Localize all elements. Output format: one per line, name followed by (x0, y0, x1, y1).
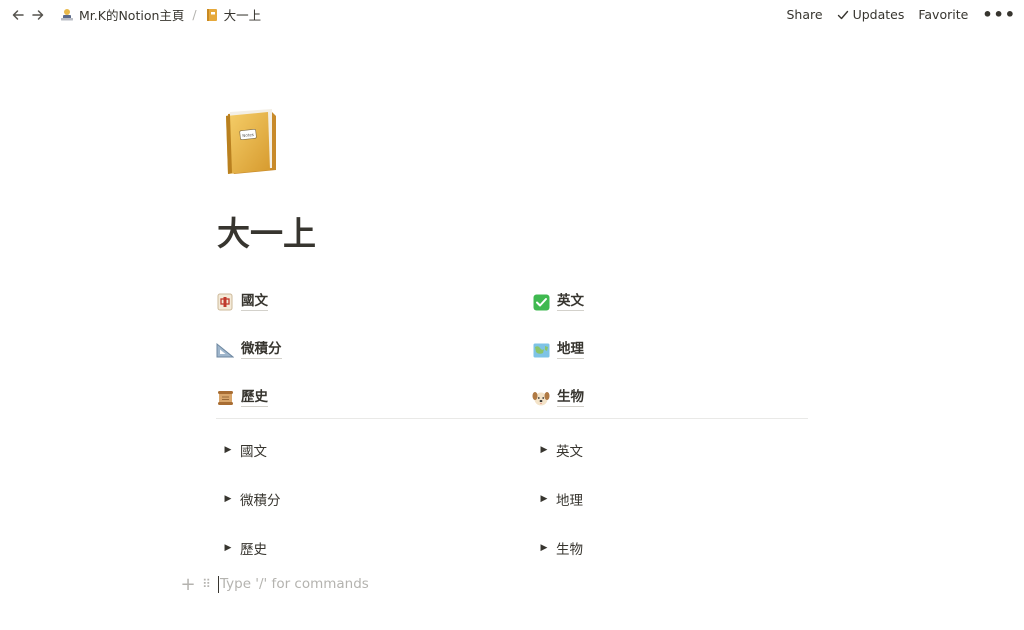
world-map-icon (532, 341, 550, 359)
command-placeholder[interactable]: Type '/' for commands (220, 576, 369, 592)
toggle-block[interactable]: ▶ 英文 (532, 425, 808, 474)
toggle-triangle-icon[interactable]: ▶ (216, 494, 240, 504)
check-icon (837, 10, 848, 19)
breadcrumb-item-home[interactable]: Mr.K的Notion主頁 (56, 3, 188, 26)
text-cursor (218, 575, 219, 593)
page-link-biology[interactable]: 生物 (532, 374, 808, 422)
drag-handle-icon[interactable]: ⠿ (198, 577, 214, 591)
toggle-label[interactable]: 地理 (556, 489, 583, 509)
page-link-label: 生物 (557, 389, 584, 407)
page-link-label: 歷史 (241, 389, 268, 407)
share-button[interactable]: Share (786, 7, 822, 22)
back-arrow-icon[interactable] (8, 5, 28, 25)
toggle-triangle-icon[interactable]: ▶ (532, 494, 556, 504)
page-link-label: 微積分 (241, 341, 282, 359)
person-laptop-icon (61, 8, 73, 20)
page-link-label: 地理 (557, 341, 584, 359)
top-actions: Share Updates Favorite ••• (786, 6, 1016, 23)
breadcrumb: Mr.K的Notion主頁 / 大一上 (56, 3, 265, 26)
scroll-icon (216, 389, 234, 407)
breadcrumb-separator: / (192, 7, 197, 22)
toggle-label[interactable]: 生物 (556, 538, 583, 558)
empty-block[interactable]: + ⠿ Type '/' for commands (180, 574, 369, 595)
add-block-icon[interactable]: + (180, 574, 196, 595)
toggle-block[interactable]: ▶ 歷史 (216, 523, 532, 572)
breadcrumb-label: Mr.K的Notion主頁 (79, 8, 185, 23)
favorite-button[interactable]: Favorite (918, 7, 968, 22)
top-bar: Mr.K的Notion主頁 / 大一上 Share Updates Favori… (0, 0, 1024, 29)
dog-face-icon (532, 389, 550, 407)
toggle-triangle-icon[interactable]: ▶ (216, 445, 240, 455)
forward-arrow-icon[interactable] (28, 5, 48, 25)
breadcrumb-label: 大一上 (223, 8, 262, 23)
toggle-block[interactable]: ▶ 國文 (216, 425, 532, 474)
breadcrumb-item-current[interactable]: 大一上 (201, 3, 266, 26)
page-title[interactable]: 大一上 (217, 207, 316, 255)
mahjong-tile-icon (216, 293, 234, 311)
toggle-label[interactable]: 國文 (240, 440, 267, 460)
toggle-grid: ▶ 國文 ▶ 英文 ▶ 微積分 ▶ 地理 ▶ 歷史 ▶ 生物 (216, 425, 808, 572)
page-link-history[interactable]: 歷史 (216, 374, 532, 422)
toggle-triangle-icon[interactable]: ▶ (532, 543, 556, 553)
page-link-label: 國文 (241, 293, 268, 311)
divider (216, 418, 808, 419)
toggle-triangle-icon[interactable]: ▶ (532, 445, 556, 455)
toggle-label[interactable]: 歷史 (240, 538, 267, 558)
updates-label: Updates (852, 7, 905, 22)
more-options-button[interactable]: ••• (982, 6, 1016, 23)
notebook-icon[interactable]: Notes (220, 108, 280, 176)
toggle-label[interactable]: 英文 (556, 440, 583, 460)
page-link-geography[interactable]: 地理 (532, 326, 808, 374)
page-link-english[interactable]: 英文 (532, 278, 808, 326)
toggle-triangle-icon[interactable]: ▶ (216, 543, 240, 553)
toggle-block[interactable]: ▶ 生物 (532, 523, 808, 572)
triangular-ruler-icon (216, 341, 234, 359)
page-link-chinese[interactable]: 國文 (216, 278, 532, 326)
toggle-block[interactable]: ▶ 微積分 (216, 474, 532, 523)
toggle-block[interactable]: ▶ 地理 (532, 474, 808, 523)
page-link-label: 英文 (557, 293, 584, 311)
page-link-calculus[interactable]: 微積分 (216, 326, 532, 374)
updates-button[interactable]: Updates (837, 7, 905, 22)
page-links-grid: 國文 英文 微積分 地理 歷史 生物 (216, 278, 808, 422)
toggle-label[interactable]: 微積分 (240, 489, 281, 509)
notebook-icon (206, 8, 217, 21)
check-mark-button-icon (532, 293, 550, 311)
